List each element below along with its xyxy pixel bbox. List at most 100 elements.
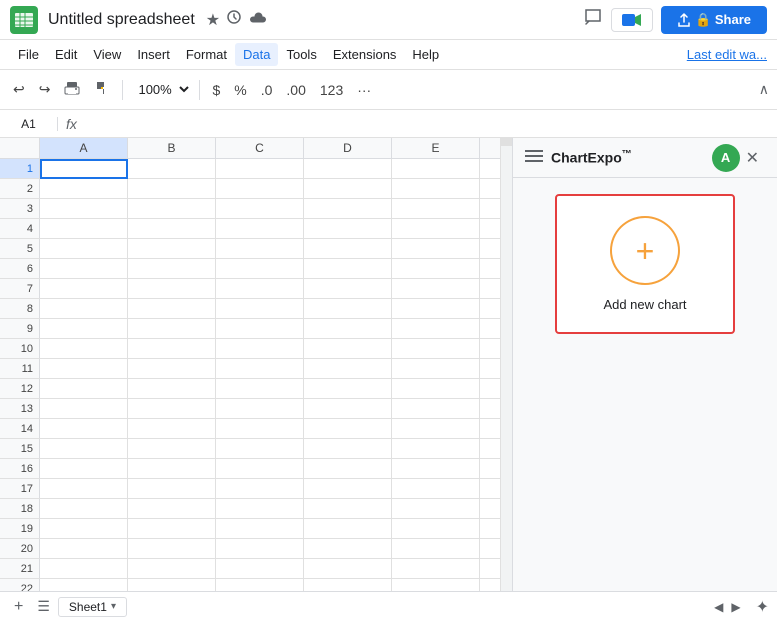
spreadsheet-cell[interactable] [40, 559, 128, 579]
spreadsheet-cell[interactable] [304, 199, 392, 219]
spreadsheet-cell[interactable] [304, 439, 392, 459]
redo-button[interactable]: ↪ [34, 77, 56, 102]
spreadsheet-cell[interactable] [304, 379, 392, 399]
meet-button[interactable] [611, 8, 653, 32]
spreadsheet-cell[interactable] [128, 459, 216, 479]
spreadsheet-cell[interactable] [392, 159, 480, 179]
spreadsheet-cell[interactable] [304, 179, 392, 199]
spreadsheet-cell[interactable] [392, 539, 480, 559]
history-icon[interactable] [226, 9, 242, 30]
spreadsheet-cell[interactable] [40, 299, 128, 319]
spreadsheet-cell[interactable] [216, 379, 304, 399]
spreadsheet-cell[interactable] [40, 199, 128, 219]
spreadsheet-cell[interactable] [128, 419, 216, 439]
spreadsheet-cell[interactable] [40, 479, 128, 499]
spreadsheet-cell[interactable] [392, 239, 480, 259]
spreadsheet-cell[interactable] [128, 319, 216, 339]
spreadsheet-cell[interactable] [304, 479, 392, 499]
spreadsheet-cell[interactable] [216, 519, 304, 539]
spreadsheet-cell[interactable] [392, 199, 480, 219]
print-button[interactable] [59, 76, 85, 103]
col-header-a[interactable]: A [40, 138, 128, 158]
spreadsheet-cell[interactable] [304, 419, 392, 439]
spreadsheet-cell[interactable] [128, 399, 216, 419]
cloud-icon[interactable] [248, 10, 266, 29]
spreadsheet-cell[interactable] [128, 559, 216, 579]
spreadsheet-cell[interactable] [392, 259, 480, 279]
cell-reference[interactable]: A1 [8, 117, 58, 131]
spreadsheet-cell[interactable] [128, 579, 216, 591]
spreadsheet-cell[interactable] [304, 339, 392, 359]
menu-view[interactable]: View [85, 43, 129, 66]
spreadsheet-cell[interactable] [128, 239, 216, 259]
spreadsheet-cell[interactable] [40, 179, 128, 199]
spreadsheet-cell[interactable] [40, 579, 128, 591]
spreadsheet-cell[interactable] [40, 399, 128, 419]
spreadsheet-cell[interactable] [216, 419, 304, 439]
spreadsheet-cell[interactable] [304, 559, 392, 579]
spreadsheet-cell[interactable] [40, 159, 128, 179]
vertical-scrollbar[interactable] [500, 138, 512, 591]
spreadsheet-cell[interactable] [216, 499, 304, 519]
spreadsheet-cell[interactable] [216, 259, 304, 279]
spreadsheet-cell[interactable] [128, 179, 216, 199]
spreadsheet-cell[interactable] [216, 159, 304, 179]
spreadsheet-cell[interactable] [304, 359, 392, 379]
spreadsheet-cell[interactable] [392, 339, 480, 359]
spreadsheet-cell[interactable] [40, 379, 128, 399]
spreadsheet-cell[interactable] [304, 159, 392, 179]
sheet1-tab[interactable]: Sheet1 ▾ [58, 597, 127, 617]
spreadsheet-cell[interactable] [392, 359, 480, 379]
spreadsheet-cell[interactable] [216, 279, 304, 299]
spreadsheet-cell[interactable] [128, 499, 216, 519]
star-icon[interactable]: ★ [206, 10, 220, 30]
percent-button[interactable]: % [229, 78, 251, 102]
spreadsheet-cell[interactable] [304, 539, 392, 559]
spreadsheet-cell[interactable] [304, 279, 392, 299]
spreadsheet-cell[interactable] [40, 239, 128, 259]
spreadsheet-cell[interactable] [304, 579, 392, 591]
col-header-e[interactable]: E [392, 138, 480, 158]
undo-button[interactable]: ↩ [8, 77, 30, 102]
spreadsheet-cell[interactable] [40, 499, 128, 519]
add-chart-button[interactable]: + Add new chart [555, 194, 735, 334]
currency-button[interactable]: $ [207, 78, 225, 102]
menu-help[interactable]: Help [404, 43, 447, 66]
dec-plus-button[interactable]: .00 [281, 78, 310, 102]
spreadsheet-cell[interactable] [128, 359, 216, 379]
spreadsheet-cell[interactable] [40, 519, 128, 539]
spreadsheet-cell[interactable] [392, 279, 480, 299]
more-formats-button[interactable]: ··· [352, 78, 376, 102]
spreadsheet-cell[interactable] [128, 279, 216, 299]
scroll-right-button[interactable]: ▶ [728, 598, 743, 616]
spreadsheet-cell[interactable] [40, 459, 128, 479]
spreadsheet-cell[interactable] [392, 379, 480, 399]
spreadsheet-cell[interactable] [128, 299, 216, 319]
spreadsheet-cell[interactable] [392, 319, 480, 339]
spreadsheet-cell[interactable] [304, 299, 392, 319]
spreadsheet-cell[interactable] [392, 579, 480, 591]
spreadsheet-cell[interactable] [392, 499, 480, 519]
spreadsheet-cell[interactable] [304, 459, 392, 479]
spreadsheet-cell[interactable] [216, 179, 304, 199]
spreadsheet-cell[interactable] [216, 539, 304, 559]
spreadsheet-cell[interactable] [216, 559, 304, 579]
spreadsheet-cell[interactable] [216, 199, 304, 219]
spreadsheet-cell[interactable] [392, 179, 480, 199]
col-header-b[interactable]: B [128, 138, 216, 158]
spreadsheet-cell[interactable] [216, 219, 304, 239]
spreadsheet-cell[interactable] [128, 539, 216, 559]
spreadsheet-cell[interactable] [392, 419, 480, 439]
panel-close-button[interactable]: ✕ [740, 146, 765, 170]
formula-input[interactable] [85, 116, 769, 131]
menu-file[interactable]: File [10, 43, 47, 66]
spreadsheet-cell[interactable] [304, 259, 392, 279]
menu-insert[interactable]: Insert [129, 43, 178, 66]
spreadsheet-cell[interactable] [216, 459, 304, 479]
spreadsheet-cell[interactable] [392, 459, 480, 479]
spreadsheet-cell[interactable] [392, 519, 480, 539]
comment-button[interactable] [583, 7, 603, 32]
spreadsheet-cell[interactable] [392, 439, 480, 459]
spreadsheet-cell[interactable] [128, 339, 216, 359]
col-header-d[interactable]: D [304, 138, 392, 158]
